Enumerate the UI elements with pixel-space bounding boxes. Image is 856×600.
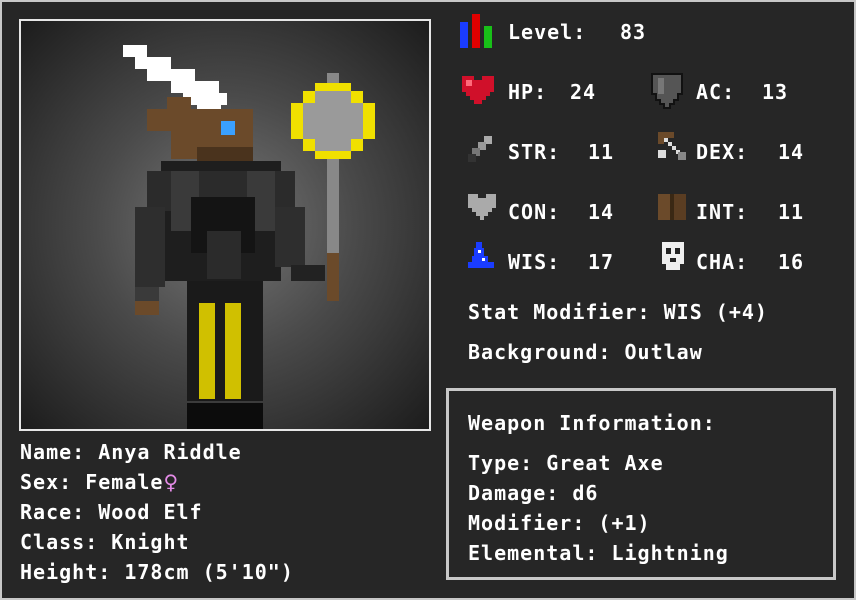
gray-heart-icon xyxy=(466,192,498,226)
level-bars-icon xyxy=(458,12,496,48)
wis-value: 17 xyxy=(588,250,615,274)
character-name: Name: Anya Riddle xyxy=(20,440,242,464)
cha-value: 16 xyxy=(778,250,805,274)
sword-icon xyxy=(466,134,496,168)
heart-icon xyxy=(458,72,498,112)
character-portrait xyxy=(19,19,431,431)
character-class: Class: Knight xyxy=(20,530,190,554)
weapon-info-panel: Weapon Information: Type: Great Axe Dama… xyxy=(446,388,836,580)
sex-text: Sex: Female xyxy=(20,470,164,494)
character-sex: Sex: Female♀ xyxy=(20,470,179,494)
female-symbol-icon: ♀ xyxy=(163,470,180,494)
con-label: CON: xyxy=(508,200,561,224)
wizard-hat-icon xyxy=(466,240,498,274)
weapon-modifier: Modifier: (+1) xyxy=(468,511,651,535)
mask-icon xyxy=(658,240,688,276)
stat-modifier: Stat Modifier: WIS (+4) xyxy=(468,300,768,324)
book-icon xyxy=(656,190,688,226)
dex-value: 14 xyxy=(778,140,805,164)
weapon-type: Type: Great Axe xyxy=(468,451,664,475)
cha-label: CHA: xyxy=(696,250,749,274)
weapon-title: Weapon Information: xyxy=(468,411,716,435)
weapon-elemental: Elemental: Lightning xyxy=(468,541,729,565)
str-label: STR: xyxy=(508,140,561,164)
con-value: 14 xyxy=(588,200,615,224)
dex-label: DEX: xyxy=(696,140,749,164)
wis-label: WIS: xyxy=(508,250,561,274)
character-race: Race: Wood Elf xyxy=(20,500,203,524)
character-sprite xyxy=(123,45,375,429)
level-label: Level: xyxy=(508,20,587,44)
bow-icon xyxy=(656,130,688,166)
character-height: Height: 178cm (5'10") xyxy=(20,560,294,584)
hp-label: HP: xyxy=(508,80,548,104)
ac-label: AC: xyxy=(696,80,736,104)
hp-value: 24 xyxy=(570,80,597,104)
str-value: 11 xyxy=(588,140,615,164)
background: Background: Outlaw xyxy=(468,340,703,364)
ac-value: 13 xyxy=(762,80,789,104)
int-label: INT: xyxy=(696,200,749,224)
int-value: 11 xyxy=(778,200,805,224)
shield-icon xyxy=(650,72,684,114)
level-value: 83 xyxy=(620,20,647,44)
weapon-damage: Damage: d6 xyxy=(468,481,599,505)
